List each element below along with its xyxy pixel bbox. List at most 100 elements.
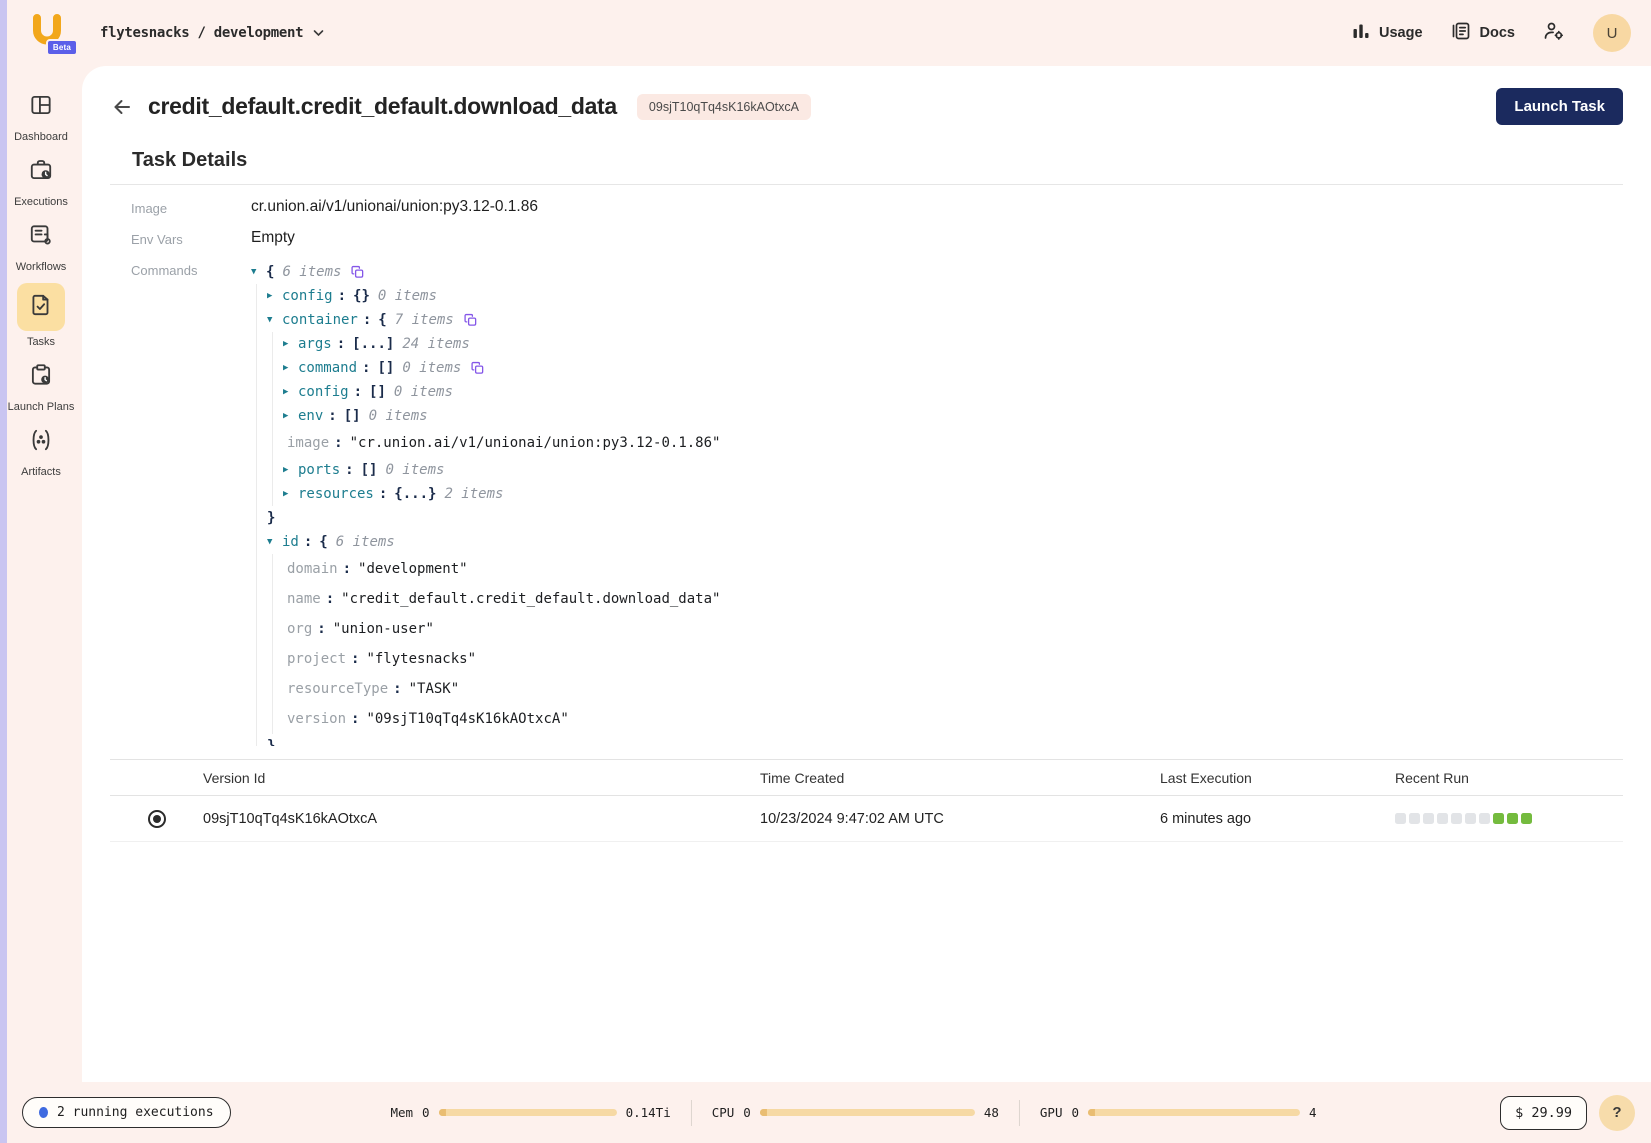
- indent-guide: [256, 554, 267, 584]
- cpu-max: 48: [984, 1105, 999, 1120]
- run-empty-square: [1437, 813, 1448, 824]
- json-tree-line: ▼id:{6 items: [251, 530, 1623, 554]
- indent-guide: [272, 380, 283, 404]
- help-button[interactable]: ?: [1599, 1095, 1635, 1131]
- expand-collapse-arrow-icon[interactable]: ▼: [251, 267, 266, 277]
- column-header: Last Execution: [1160, 770, 1395, 786]
- indent-guide: [272, 614, 283, 644]
- json-tree-line: org:"union-user": [251, 614, 1623, 644]
- copy-icon[interactable]: [471, 361, 484, 375]
- mem-label: Mem: [390, 1105, 413, 1120]
- gpu-min: 0: [1071, 1105, 1079, 1120]
- dashboard-icon: [28, 92, 54, 123]
- cpu-meter: CPU 0 48: [712, 1105, 999, 1120]
- topbar-right: Usage Docs: [1352, 14, 1631, 52]
- json-item-count: 24 items: [402, 336, 469, 352]
- column-header: Time Created: [760, 770, 1160, 786]
- sidebar-item-workflows[interactable]: Workflows: [2, 218, 80, 274]
- indent-guide: [256, 284, 267, 308]
- expand-expand-arrow-icon[interactable]: ▶: [283, 411, 298, 421]
- json-colon: :: [338, 288, 346, 304]
- app-body: Dashboard Executions: [0, 66, 1651, 1082]
- indent-guide: [256, 482, 267, 506]
- json-key: version: [287, 711, 346, 727]
- image-value: cr.union.ai/v1/unionai/union:py3.12-0.1.…: [251, 198, 1623, 216]
- launch-task-button[interactable]: Launch Task: [1496, 88, 1623, 125]
- expand-expand-arrow-icon[interactable]: ▶: [267, 291, 282, 301]
- beta-badge: Beta: [46, 39, 78, 56]
- table-header-row: Version Id Time Created Last Execution R…: [110, 760, 1623, 796]
- run-success-square: [1507, 813, 1518, 824]
- gpu-max: 4: [1309, 1105, 1317, 1120]
- json-colon: :: [345, 462, 353, 478]
- json-colon: :: [393, 681, 401, 697]
- breadcrumb[interactable]: flytesnacks / development: [100, 24, 324, 42]
- json-tree-line: project:"flytesnacks": [251, 644, 1623, 674]
- cost-pill[interactable]: $ 29.99: [1500, 1096, 1587, 1130]
- json-colon: :: [351, 651, 359, 667]
- json-bracket: []: [344, 408, 361, 424]
- indent-guide: [272, 674, 283, 704]
- json-colon: :: [337, 336, 345, 352]
- cpu-label: CPU: [712, 1105, 735, 1120]
- copy-icon[interactable]: [351, 265, 364, 279]
- table-row[interactable]: 09sjT10qTq4sK16kAOtxcA 10/23/2024 9:47:0…: [110, 796, 1623, 842]
- gpu-label: GPU: [1040, 1105, 1063, 1120]
- json-colon: :: [304, 534, 312, 550]
- indent-guide: [256, 734, 267, 746]
- meter-divider: [691, 1100, 692, 1126]
- running-executions-pill[interactable]: 2 running executions: [22, 1097, 231, 1128]
- sidebar-item-artifacts[interactable]: Artifacts: [2, 423, 80, 479]
- json-value: "development": [358, 561, 468, 577]
- expand-collapse-arrow-icon[interactable]: ▼: [267, 537, 282, 547]
- expand-expand-arrow-icon[interactable]: ▶: [283, 387, 298, 397]
- json-key: resourceType: [287, 681, 388, 697]
- avatar[interactable]: U: [1593, 14, 1631, 52]
- version-radio[interactable]: [148, 810, 166, 828]
- union-logo[interactable]: Beta: [30, 14, 66, 52]
- indent-guide: [256, 308, 267, 332]
- json-bracket: [...]: [352, 336, 394, 352]
- executions-icon: [28, 157, 54, 188]
- expand-collapse-arrow-icon[interactable]: ▼: [267, 315, 282, 325]
- indent-guide: [272, 554, 283, 584]
- json-colon: :: [351, 711, 359, 727]
- sidebar-item-executions[interactable]: Executions: [2, 153, 80, 209]
- json-tree-line: version:"09sjT10qTq4sK16kAOtxcA": [251, 704, 1623, 734]
- docs-icon: [1451, 21, 1471, 45]
- json-tree-line: ▶ports:[]0 items: [251, 458, 1623, 482]
- user-settings-button[interactable]: [1543, 21, 1565, 45]
- json-bracket: }: [267, 738, 275, 746]
- expand-expand-arrow-icon[interactable]: ▶: [283, 363, 298, 373]
- copy-icon[interactable]: [464, 313, 477, 327]
- docs-button[interactable]: Docs: [1451, 21, 1515, 45]
- json-tree-line: resourceType:"TASK": [251, 674, 1623, 704]
- json-colon: :: [379, 486, 387, 502]
- version-id-cell: 09sjT10qTq4sK16kAOtxcA: [203, 811, 760, 827]
- topbar: Beta flytesnacks / development Usage: [0, 0, 1651, 66]
- avatar-initial: U: [1607, 25, 1618, 42]
- usage-bars-icon: [1352, 23, 1370, 44]
- mem-bar: [439, 1109, 617, 1116]
- json-tree-line: domain:"development": [251, 554, 1623, 584]
- json-key: resources: [298, 486, 374, 502]
- usage-button[interactable]: Usage: [1352, 23, 1423, 44]
- main-card: credit_default.credit_default.download_d…: [82, 66, 1651, 1082]
- indent-guide: [256, 584, 267, 614]
- section-divider: [110, 184, 1623, 185]
- json-tree-line: image:"cr.union.ai/v1/unionai/union:py3.…: [251, 428, 1623, 458]
- expand-expand-arrow-icon[interactable]: ▶: [283, 465, 298, 475]
- sidebar-item-tasks[interactable]: Tasks: [2, 283, 80, 349]
- last-execution-cell: 6 minutes ago: [1160, 811, 1395, 827]
- expand-expand-arrow-icon[interactable]: ▶: [283, 339, 298, 349]
- gpu-meter: GPU 0 4: [1040, 1105, 1317, 1120]
- run-empty-square: [1451, 813, 1462, 824]
- expand-expand-arrow-icon[interactable]: ▶: [283, 489, 298, 499]
- sidebar-item-launch-plans[interactable]: Launch Plans: [2, 358, 80, 414]
- back-button[interactable]: [110, 95, 134, 119]
- json-item-count: 0 items: [378, 288, 437, 304]
- sidebar-item-dashboard[interactable]: Dashboard: [2, 88, 80, 144]
- gpu-bar: [1088, 1109, 1300, 1116]
- indent-guide: [256, 356, 267, 380]
- indent-guide: [256, 380, 267, 404]
